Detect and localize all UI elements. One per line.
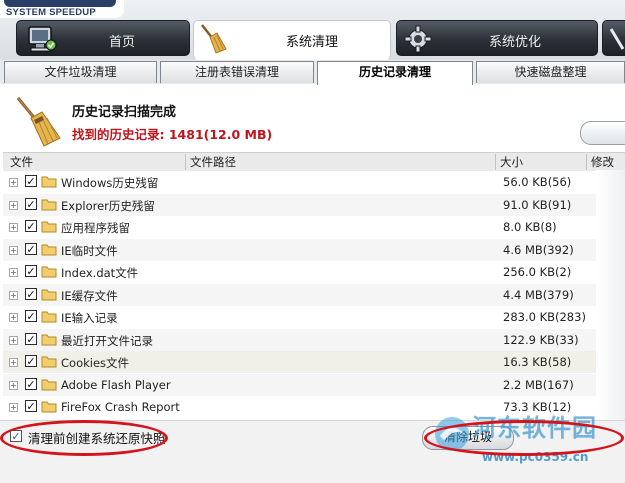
row-checkbox[interactable]: ✓: [25, 355, 37, 367]
row-size: 256.0 KB(2): [503, 265, 572, 279]
row-name: IE输入记录: [61, 311, 118, 325]
expand-icon[interactable]: +: [9, 403, 18, 412]
history-table: + ✓ Windows历史残留 56.0 KB(56) + ✓ Explorer…: [3, 171, 625, 421]
found-history-summary: 找到的历史记录: 1481(12.0 MB): [72, 124, 272, 143]
row-name: Windows历史残留: [61, 176, 159, 190]
expand-icon[interactable]: +: [9, 178, 18, 187]
row-size: 122.9 KB(33): [503, 332, 579, 347]
row-size: 2.2 MB(167): [503, 377, 574, 392]
table-row[interactable]: + ✓ 最近打开文件记录 122.9 KB(33): [3, 328, 625, 351]
folder-icon: [41, 356, 57, 368]
annotation-circle: [0, 420, 168, 456]
folder-icon: [41, 289, 57, 300]
tab-home-label: 首页: [109, 35, 136, 50]
expand-icon[interactable]: +: [9, 358, 18, 367]
broom-icon: [16, 97, 61, 147]
broom-icon: [201, 24, 227, 54]
expand-icon[interactable]: +: [9, 380, 18, 390]
tab-system-optimize[interactable]: 系统优化: [396, 20, 598, 56]
row-checkbox[interactable]: ✓: [25, 242, 37, 255]
expand-icon[interactable]: +: [9, 200, 18, 210]
row-checkbox[interactable]: ✓: [25, 377, 37, 390]
tab-system-optimize-label: 系统优化: [489, 35, 542, 50]
row-checkbox[interactable]: ✓: [25, 220, 37, 232]
row-name: IE缓存文件: [61, 288, 118, 303]
row-checkbox[interactable]: ✓: [25, 265, 37, 277]
row-name: IE临时文件: [61, 243, 118, 258]
scan-complete-title: 历史记录扫描完成: [72, 105, 177, 120]
expand-icon[interactable]: +: [9, 268, 18, 277]
row-size: 91.0 KB(91): [503, 197, 572, 212]
col-path[interactable]: 文件路径: [190, 154, 236, 170]
tab-system-clean[interactable]: 系统清理: [193, 20, 391, 60]
row-name: Explorer历史残留: [61, 198, 155, 213]
row-name: 应用程序残留: [61, 221, 130, 235]
row-name: 最近打开文件记录: [61, 333, 153, 348]
gear-icon: [404, 25, 432, 53]
folder-icon: [41, 334, 57, 345]
folder-icon: [41, 311, 57, 323]
logo-text: SYSTEM SPEEDUP: [6, 7, 96, 18]
row-checkbox[interactable]: ✓: [25, 197, 37, 210]
col-divider[interactable]: [495, 154, 496, 170]
table-row[interactable]: + ✓ Cookies文件 16.3 KB(58): [3, 351, 625, 373]
row-size: 4.6 MB(392): [503, 242, 574, 257]
row-size: 16.3 KB(58): [503, 355, 572, 369]
folder-icon: [41, 221, 57, 233]
folder-icon: [41, 244, 57, 255]
row-checkbox[interactable]: ✓: [25, 310, 37, 322]
table-row[interactable]: + ✓ Index.dat文件 256.0 KB(2): [3, 261, 625, 283]
folder-icon: [41, 379, 57, 390]
row-name: Index.dat文件: [61, 266, 139, 280]
table-row[interactable]: + ✓ Adobe Flash Player 2.2 MB(167): [3, 373, 625, 396]
expand-icon[interactable]: +: [9, 290, 18, 300]
tab-tools[interactable]: [602, 20, 625, 56]
wrench-icon: [609, 28, 625, 50]
home-pc-icon: [28, 26, 57, 52]
table-row[interactable]: + ✓ Explorer历史残留 91.0 KB(91): [3, 193, 625, 216]
found-value: 1481(12.0 MB): [168, 127, 273, 142]
expand-icon[interactable]: +: [9, 335, 18, 345]
folder-icon: [41, 266, 57, 278]
expand-icon[interactable]: +: [9, 245, 18, 255]
table-row[interactable]: + ✓ 应用程序残留 8.0 KB(8): [3, 216, 625, 238]
folder-icon: [41, 199, 57, 210]
folder-icon: [41, 176, 57, 188]
table-row[interactable]: + ✓ Windows历史残留 56.0 KB(56): [3, 171, 625, 193]
table-row[interactable]: + ✓ IE临时文件 4.6 MB(392): [3, 238, 625, 261]
row-checkbox[interactable]: ✓: [25, 332, 37, 345]
rescan-button[interactable]: [580, 121, 625, 145]
row-name: FireFox Crash Report: [61, 400, 180, 414]
row-size: 8.0 KB(8): [503, 220, 557, 234]
col-file[interactable]: 文件: [10, 154, 33, 170]
app-logo: SYSTEM SPEEDUP: [0, 0, 124, 18]
subtab-disk-defrag[interactable]: 快速磁盘整理: [476, 61, 625, 83]
row-name: Adobe Flash Player: [61, 377, 171, 392]
expand-icon[interactable]: +: [9, 223, 18, 232]
modified-time-column: [596, 170, 625, 420]
row-size: 4.4 MB(379): [503, 287, 574, 302]
subtab-file-junk[interactable]: 文件垃圾清理: [4, 61, 157, 83]
table-row[interactable]: + ✓ IE缓存文件 4.4 MB(379): [3, 283, 625, 306]
folder-icon: [41, 401, 57, 413]
table-header: 文件 文件路径 大小 修改时间: [3, 152, 625, 185]
row-checkbox[interactable]: ✓: [25, 400, 37, 412]
annotation-circle: [424, 420, 624, 456]
col-size[interactable]: 大小: [500, 154, 523, 170]
subtab-registry-errors[interactable]: 注册表错误清理: [160, 61, 314, 83]
subtab-history[interactable]: 历史记录清理: [317, 61, 473, 85]
row-size: 56.0 KB(56): [503, 175, 572, 189]
tab-system-clean-label: 系统清理: [286, 35, 339, 50]
row-checkbox[interactable]: ✓: [25, 175, 37, 187]
col-divider[interactable]: [185, 154, 186, 170]
row-name: Cookies文件: [61, 356, 130, 370]
row-checkbox[interactable]: ✓: [25, 287, 37, 300]
tab-home[interactable]: 首页: [16, 20, 190, 56]
col-divider[interactable]: [586, 154, 587, 170]
table-row[interactable]: + ✓ IE输入记录 283.0 KB(283): [3, 306, 625, 328]
row-size: 283.0 KB(283): [503, 310, 586, 324]
expand-icon[interactable]: +: [9, 313, 18, 322]
logo-mark: [4, 0, 116, 7]
found-label: 找到的历史记录:: [72, 127, 165, 142]
